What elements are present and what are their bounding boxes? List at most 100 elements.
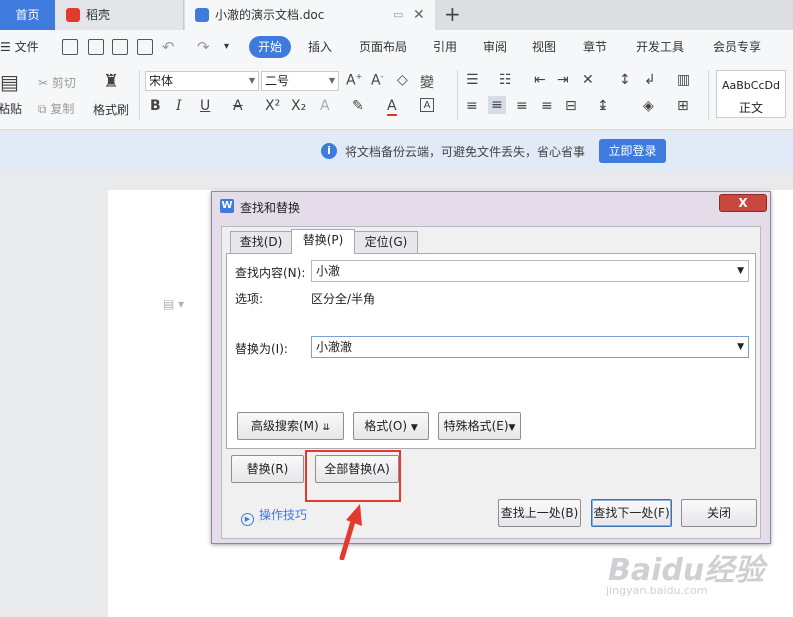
superscript-icon[interactable]: X²	[265, 98, 280, 114]
format-button[interactable]: 格式(O) ▼	[353, 412, 429, 440]
justify-icon[interactable]: ≡	[541, 98, 553, 114]
menu-page-layout[interactable]: 页面布局	[359, 30, 407, 64]
tab-home[interactable]: 首页	[0, 0, 55, 30]
print-icon[interactable]	[112, 39, 128, 55]
decrease-indent-icon[interactable]: ⇤	[534, 72, 546, 88]
redo-icon[interactable]: ↷	[197, 30, 210, 64]
file-menu[interactable]: ☰ 文件	[0, 30, 39, 64]
chevron-down-icon[interactable]: ▼	[737, 261, 744, 281]
tab-close-icon[interactable]: ✕	[413, 0, 425, 30]
dialog-title: 查找和替换	[240, 201, 301, 215]
italic-icon[interactable]: I	[176, 98, 182, 114]
daoke-logo-icon	[66, 8, 80, 22]
char-border-icon[interactable]: A	[420, 98, 434, 112]
find-previous-button[interactable]: 查找上一处(B)	[498, 499, 581, 527]
shrink-font-icon[interactable]: A-	[371, 72, 383, 89]
login-button[interactable]: 立即登录	[599, 139, 666, 163]
replace-input[interactable]: 小澈澈 ▼	[311, 336, 749, 358]
strikethrough-icon[interactable]: A	[233, 98, 243, 114]
paste-label[interactable]: 粘贴	[0, 100, 22, 117]
clear-format-icon[interactable]: ◇	[397, 72, 408, 88]
page-icon[interactable]: ▤ ▾	[163, 297, 184, 311]
tips-link[interactable]: ▶ 操作技巧	[241, 506, 307, 526]
chinese-layout-icon[interactable]: ✕	[582, 72, 594, 88]
play-circle-icon: ▶	[241, 513, 254, 526]
underline-icon[interactable]: U	[200, 98, 210, 114]
find-next-button[interactable]: 查找下一处(F)	[591, 499, 672, 527]
watermark-url: jingyan.baidu.com	[606, 584, 708, 597]
menu-view[interactable]: 视图	[532, 30, 556, 64]
subscript-icon[interactable]: X₂	[291, 98, 306, 114]
tab-goto[interactable]: 定位(G)	[354, 231, 418, 253]
menu-start[interactable]: 开始	[249, 36, 292, 58]
find-input[interactable]: 小澈 ▼	[311, 260, 749, 282]
advanced-search-button[interactable]: 高级搜索(M) ⇊	[237, 412, 344, 440]
tab-document[interactable]: 小澈的演示文档.doc ▭ ✕	[185, 0, 435, 30]
format-label: 格式(O)	[364, 419, 408, 433]
replace-panel: 查找内容(N): 小澈 ▼ 选项: 区分全/半角 替换为(I): 小澈澈 ▼ 高级搜…	[226, 253, 756, 449]
distribute-icon[interactable]: ⊟	[565, 98, 577, 114]
numbered-list-icon[interactable]: ☷	[499, 72, 512, 88]
ribbon-divider	[139, 70, 140, 120]
menu-review[interactable]: 审阅	[483, 30, 507, 64]
cut-button[interactable]: ✂ 剪切	[38, 74, 76, 91]
font-name-select[interactable]: 宋体 ▼	[145, 71, 259, 91]
align-right-icon[interactable]: ≡	[516, 98, 528, 114]
tab-daoke[interactable]: 稻壳	[56, 0, 184, 30]
align-left-icon[interactable]: ≡	[466, 98, 478, 114]
dialog-titlebar[interactable]: W 查找和替换 X	[212, 192, 770, 220]
line-break-icon[interactable]: ↲	[644, 72, 656, 88]
tips-label: 操作技巧	[259, 508, 308, 522]
find-value: 小澈	[316, 264, 341, 278]
dialog-close-button[interactable]: X	[719, 194, 767, 212]
tab-find[interactable]: 查找(D)	[230, 231, 292, 253]
undo-icon[interactable]: ↶	[162, 30, 175, 64]
menu-insert[interactable]: 插入	[308, 30, 332, 64]
font-size-select[interactable]: 二号 ▼	[261, 71, 339, 91]
paste-icon[interactable]: ▤	[0, 70, 19, 94]
replace-value: 小澈澈	[316, 340, 353, 354]
special-format-label: 特殊格式(E)	[443, 419, 509, 433]
sort-icon[interactable]: ↕	[619, 72, 631, 88]
print-preview-icon[interactable]	[137, 39, 153, 55]
borders-icon[interactable]: ⊞	[677, 98, 689, 114]
text-effect-icon[interactable]: A	[320, 98, 330, 114]
monitor-icon[interactable]: ▭	[393, 0, 403, 30]
font-name-value: 宋体	[149, 74, 174, 88]
menu-reference[interactable]: 引用	[433, 30, 457, 64]
tab-replace[interactable]: 替换(P)	[291, 229, 355, 254]
export-icon[interactable]	[88, 39, 104, 55]
replace-button[interactable]: 替换(R)	[231, 455, 304, 483]
menu-section[interactable]: 章节	[583, 30, 607, 64]
save-icon[interactable]	[62, 39, 78, 55]
line-spacing-icon[interactable]: ↨	[597, 98, 609, 114]
align-center-icon[interactable]: ≡	[488, 96, 506, 114]
menu-developer[interactable]: 开发工具	[636, 30, 684, 64]
bullet-list-icon[interactable]: ☰	[466, 72, 479, 88]
ribbon-divider	[708, 70, 709, 120]
new-tab-button[interactable]: +	[444, 0, 461, 30]
font-color-icon[interactable]: A	[387, 98, 397, 116]
chevron-down-icon[interactable]: ▼	[737, 337, 744, 357]
copy-button[interactable]: ⧉ 复制	[38, 100, 74, 117]
grow-font-icon[interactable]: A+	[346, 72, 362, 89]
tab-bar: 首页 稻壳 小澈的演示文档.doc ▭ ✕ +	[0, 0, 793, 30]
table-grid-icon[interactable]: ▥	[677, 72, 690, 88]
increase-indent-icon[interactable]: ⇥	[557, 72, 569, 88]
format-painter-icon[interactable]: ♜	[103, 71, 119, 92]
file-menu-label: 文件	[14, 40, 39, 54]
bold-icon[interactable]: B	[150, 98, 161, 114]
format-painter-label[interactable]: 格式刷	[93, 101, 129, 118]
style-normal[interactable]: AaBbCcDd 正文	[716, 70, 786, 118]
special-format-button[interactable]: 特殊格式(E)▼	[438, 412, 521, 440]
pinyin-icon[interactable]: 變	[420, 72, 434, 92]
menu-member[interactable]: 会员专享	[713, 30, 761, 64]
close-button[interactable]: 关闭	[681, 499, 757, 527]
copy-label: 复制	[50, 102, 75, 116]
options-label: 选项:	[235, 292, 264, 306]
highlight-icon[interactable]: ✎	[352, 98, 364, 114]
shading-icon[interactable]: ◈	[643, 98, 654, 114]
tab-daoke-label: 稻壳	[86, 8, 111, 22]
more-quick-icon[interactable]: ▾	[224, 30, 229, 64]
style-name: 正文	[738, 101, 763, 115]
